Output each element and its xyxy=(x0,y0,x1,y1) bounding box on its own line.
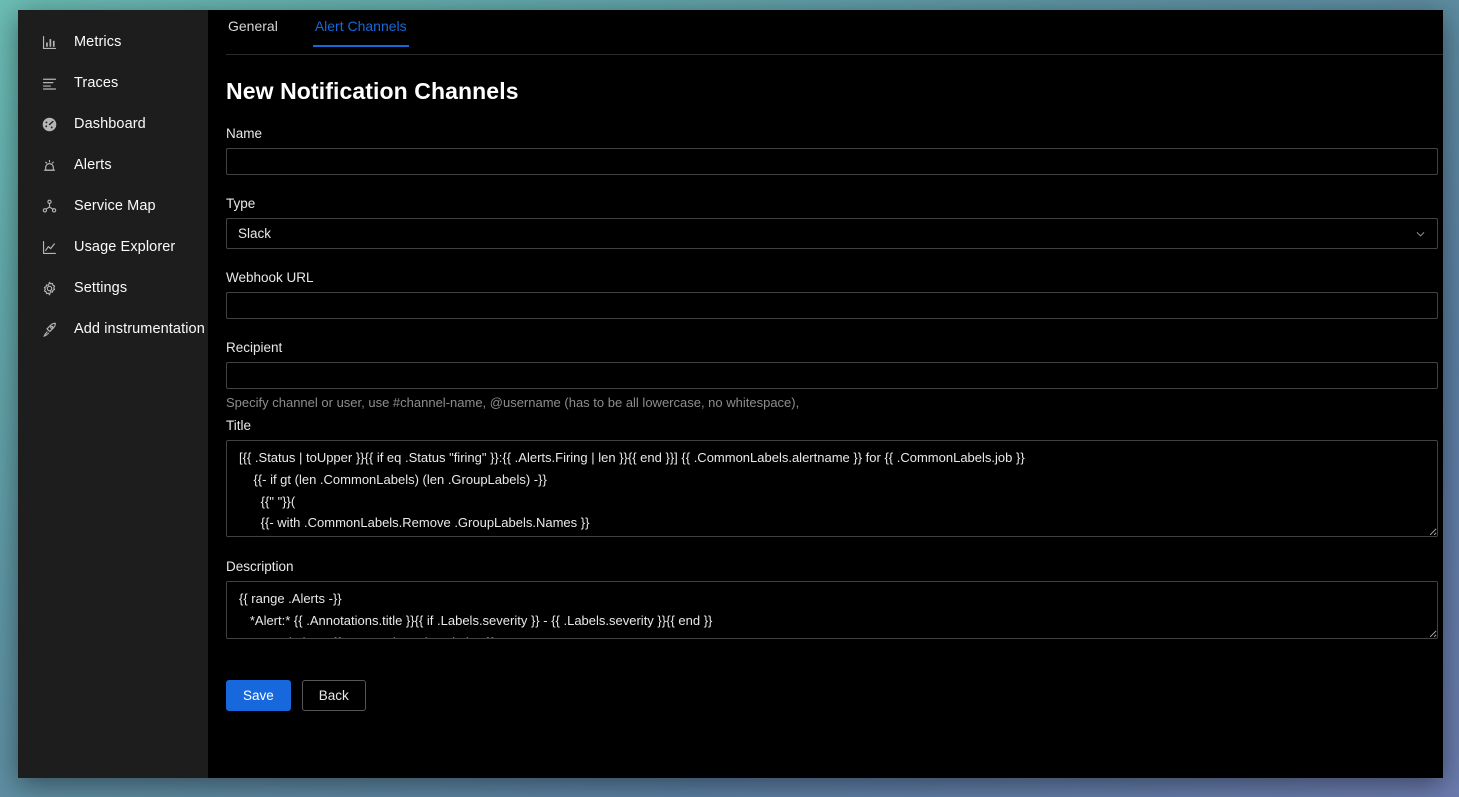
main-content: General Alert Channels New Notification … xyxy=(208,10,1443,778)
node-graph-icon xyxy=(40,197,58,215)
type-select[interactable]: Slack xyxy=(226,218,1438,249)
notification-channel-form: New Notification Channels Name Type Slac… xyxy=(226,55,1443,778)
sidebar: Metrics Traces Dashboard Alerts Service … xyxy=(18,10,208,778)
sidebar-item-label: Traces xyxy=(74,75,119,91)
field-webhook-url: Webhook URL xyxy=(226,270,1443,319)
title-textarea[interactable] xyxy=(226,440,1438,537)
sidebar-item-label: Add instrumentation xyxy=(74,321,205,337)
title-label: Title xyxy=(226,418,252,433)
back-button[interactable]: Back xyxy=(301,680,366,711)
description-label: Description xyxy=(226,559,294,574)
webhook-url-label: Webhook URL xyxy=(226,270,314,285)
gear-icon xyxy=(40,279,58,297)
alarm-lamp-icon xyxy=(40,156,58,174)
bar-chart-icon xyxy=(40,33,58,51)
sidebar-item-traces[interactable]: Traces xyxy=(18,66,208,100)
sidebar-item-label: Metrics xyxy=(74,34,122,50)
sidebar-item-label: Settings xyxy=(74,280,128,296)
field-recipient: Recipient Specify channel or user, use #… xyxy=(226,340,1443,410)
sidebar-item-usage-explorer[interactable]: Usage Explorer xyxy=(18,230,208,264)
recipient-label: Recipient xyxy=(226,340,283,355)
type-label: Type xyxy=(226,196,256,211)
title-textarea-wrap xyxy=(226,440,1438,542)
recipient-input[interactable] xyxy=(226,362,1438,389)
sidebar-item-label: Alerts xyxy=(74,157,112,173)
form-actions: Save Back xyxy=(226,680,1443,711)
save-button[interactable]: Save xyxy=(226,680,291,711)
sidebar-item-alerts[interactable]: Alerts xyxy=(18,148,208,182)
sidebar-item-add-instrumentation[interactable]: Add instrumentation xyxy=(18,312,208,346)
field-type: Type Slack xyxy=(226,196,1443,249)
app-window: Metrics Traces Dashboard Alerts Service … xyxy=(18,10,1443,778)
desktop-background: Metrics Traces Dashboard Alerts Service … xyxy=(0,0,1459,797)
rocket-icon xyxy=(40,320,58,338)
sidebar-item-label: Dashboard xyxy=(74,116,146,132)
description-textarea-wrap xyxy=(226,581,1438,644)
list-lines-icon xyxy=(40,74,58,92)
page-title: New Notification Channels xyxy=(226,78,519,104)
field-title: Title xyxy=(226,418,1443,542)
sidebar-item-dashboard[interactable]: Dashboard xyxy=(18,107,208,141)
sidebar-item-label: Usage Explorer xyxy=(74,239,176,255)
name-input[interactable] xyxy=(226,148,1438,175)
type-select-value: Slack xyxy=(238,226,272,241)
gauge-icon xyxy=(40,115,58,133)
description-textarea[interactable] xyxy=(226,581,1438,639)
type-select-wrap: Slack xyxy=(226,218,1438,249)
tab-bar: General Alert Channels xyxy=(226,10,1443,55)
tab-alert-channels[interactable]: Alert Channels xyxy=(312,18,409,47)
sidebar-item-service-map[interactable]: Service Map xyxy=(18,189,208,223)
name-label: Name xyxy=(226,126,263,141)
field-description: Description xyxy=(226,559,1443,644)
sidebar-item-settings[interactable]: Settings xyxy=(18,271,208,305)
sidebar-item-label: Service Map xyxy=(74,198,156,214)
webhook-url-input[interactable] xyxy=(226,292,1438,319)
field-name: Name xyxy=(226,126,1443,175)
tab-general[interactable]: General xyxy=(226,18,280,47)
recipient-help-text: Specify channel or user, use #channel-na… xyxy=(226,395,800,410)
line-chart-icon xyxy=(40,238,58,256)
sidebar-item-metrics[interactable]: Metrics xyxy=(18,25,208,59)
